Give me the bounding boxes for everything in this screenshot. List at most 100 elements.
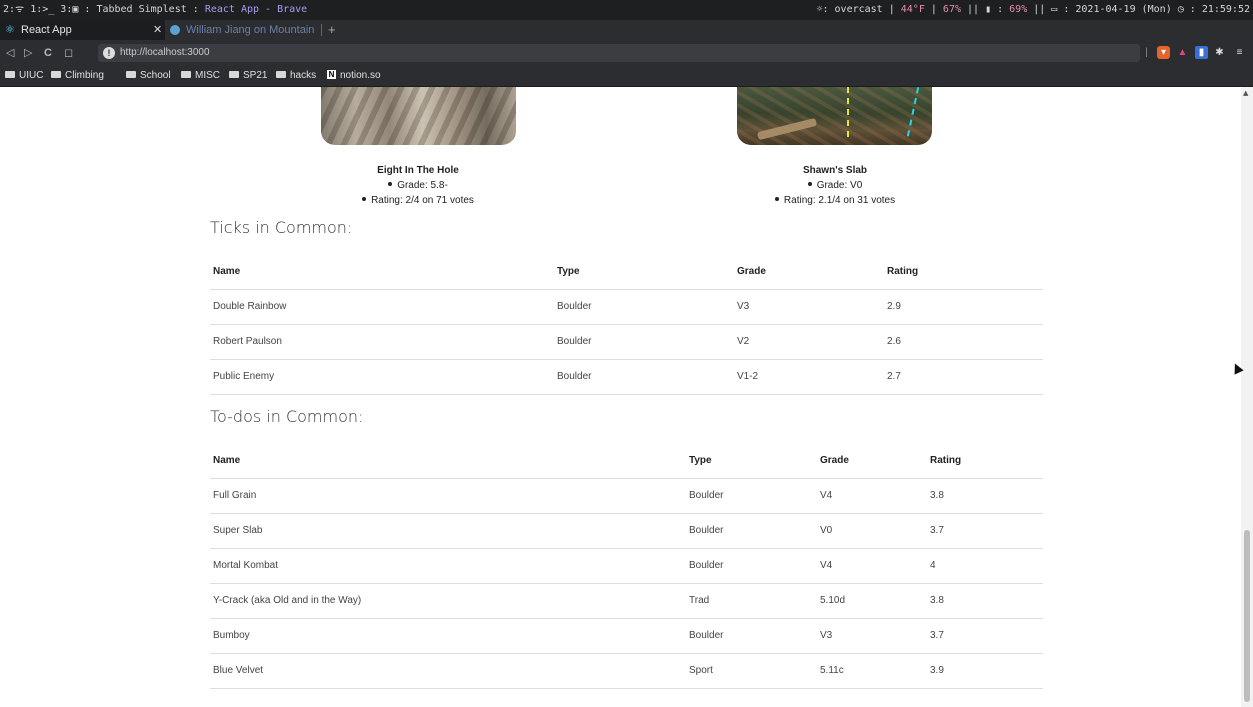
info-icon[interactable]: ! (103, 47, 115, 59)
bookmark-label: SP21 (243, 70, 268, 81)
climb-name: Shawn's Slab (802, 165, 868, 176)
bookmark-sp21[interactable]: SP21 (229, 66, 267, 86)
cell-name: Public Enemy (213, 371, 275, 382)
bookmark-notion[interactable]: Nnotion.so (327, 66, 381, 86)
cell-grade: V3 (820, 630, 833, 641)
header-grade[interactable]: Grade (820, 444, 849, 478)
cell-grade: 5.11c (820, 665, 844, 676)
folder-icon (181, 70, 191, 78)
cell-name: Bumboy (213, 630, 250, 641)
climb-grade: Grade: 5.8- (288, 178, 548, 193)
extension-icon[interactable]: ▮ (1195, 46, 1208, 59)
folder-icon (51, 70, 61, 78)
table-row: Y-Crack (aka Old and in the Way) Trad 5.… (210, 584, 1043, 619)
climb-grade: Grade: V0 (705, 178, 965, 193)
url-text[interactable]: http://localhost:3000 (120, 44, 210, 62)
bookmark-misc[interactable]: MISC (181, 66, 220, 86)
bookmark-school[interactable]: School (126, 66, 171, 86)
new-tab-icon[interactable]: + (328, 20, 336, 40)
cell-rating: 3.7 (930, 630, 944, 641)
header-name[interactable]: Name (213, 255, 240, 289)
page-scrollbar[interactable]: ▲ (1241, 87, 1253, 707)
cell-rating: 3.8 (930, 595, 944, 606)
cell-type: Boulder (557, 301, 592, 312)
header-name[interactable]: Name (213, 444, 240, 478)
bookmark-label: hacks (290, 70, 317, 81)
address-bar[interactable]: ! http://localhost:3000 (98, 44, 1140, 62)
cell-grade: V0 (820, 525, 833, 536)
table-row: Super Slab Boulder V0 3.7 (210, 514, 1043, 549)
header-rating[interactable]: Rating (930, 444, 961, 478)
temperature: 44°F (900, 4, 925, 15)
status-right: ☼: overcast | 44°F | 67% || ▮ : 69% || ▭… (816, 0, 1250, 20)
close-icon[interactable]: ✕ (153, 20, 162, 40)
cell-grade: V3 (737, 301, 750, 312)
puzzle-icon[interactable]: ✱ (1213, 46, 1226, 59)
cell-name: Y-Crack (aka Old and in the Way) (213, 595, 362, 606)
brave-rewards-icon[interactable]: ▲ (1176, 46, 1189, 59)
table-row: Mortal Kombat Boulder V4 4 (210, 549, 1043, 584)
bookmark-label: MISC (195, 70, 220, 81)
header-type[interactable]: Type (557, 255, 580, 289)
bookmark-uiuc[interactable]: UIUC (5, 66, 43, 86)
cell-rating: 4 (930, 560, 936, 571)
todos-table: Name Type Grade Rating Full Grain Boulde… (210, 444, 1043, 689)
workspaces[interactable]: 2:ᯤ 1:>_ 3:▣ : (3, 4, 90, 15)
cell-type: Boulder (689, 560, 724, 571)
scrollbar-thumb[interactable] (1244, 530, 1250, 702)
cell-type: Trad (689, 595, 710, 606)
tab-label: William Jiang on Mountain Proje (186, 24, 316, 36)
bullet-icon (807, 182, 812, 187)
humidity: 67% (942, 4, 961, 15)
table-header: Name Type Grade Rating (210, 444, 1043, 479)
divider-icon: | (1145, 47, 1148, 58)
header-rating[interactable]: Rating (887, 255, 918, 289)
cell-grade: 5.10d (820, 595, 846, 606)
back-icon[interactable]: ◁ (6, 40, 14, 66)
table-header: Name Type Grade Rating (210, 255, 1043, 290)
folder-icon (5, 70, 15, 78)
header-grade[interactable]: Grade (737, 255, 766, 289)
battery: 69% (1009, 4, 1028, 15)
menu-icon[interactable]: ≡ (1233, 46, 1246, 59)
tab-react-app[interactable]: ⚛ React App ✕ (0, 20, 165, 40)
scroll-up-icon[interactable]: ▲ (1243, 89, 1248, 97)
climb-rating: Rating: 2/4 on 71 votes (288, 193, 548, 208)
cell-name: Blue Velvet (213, 665, 264, 676)
sep: | (924, 4, 943, 15)
cell-grade: V4 (820, 560, 833, 571)
mountain-project-icon (170, 25, 180, 35)
tab-label: React App (21, 24, 72, 36)
cell-rating: 3.9 (930, 665, 944, 676)
table-row: Bumboy Boulder V3 3.7 (210, 619, 1043, 654)
tab-mountain-project[interactable]: William Jiang on Mountain Proje (166, 20, 321, 40)
cell-name: Mortal Kombat (213, 560, 279, 571)
cell-rating: 3.8 (930, 490, 944, 501)
header-type[interactable]: Type (689, 444, 712, 478)
rating-text: Rating: 2.1/4 on 31 votes (783, 195, 896, 206)
table-row: Robert Paulson Boulder V2 2.6 (210, 325, 1043, 360)
bookmark-hacks[interactable]: hacks (276, 66, 316, 86)
bookmark-icon[interactable]: ◻ (64, 40, 73, 66)
cell-name: Full Grain (213, 490, 257, 501)
bookmark-label: Climbing (65, 70, 104, 81)
forward-icon[interactable]: ▷ (24, 40, 32, 66)
climb-card: Shawn's Slab Grade: V0 Rating: 2.1/4 on … (705, 163, 965, 208)
cell-type: Sport (689, 665, 713, 676)
climb-rating: Rating: 2.1/4 on 31 votes (705, 193, 965, 208)
bullet-icon (388, 182, 393, 187)
cell-type: Boulder (689, 630, 724, 641)
brave-shield-icon[interactable]: ▾ (1157, 46, 1170, 59)
folder-icon (229, 70, 239, 78)
bookmark-climbing[interactable]: Climbing (51, 66, 104, 86)
cell-type: Boulder (557, 371, 592, 382)
climb-card: Eight In The Hole Grade: 5.8- Rating: 2/… (288, 163, 548, 208)
date: 2021-04-19 (Mon) (1075, 4, 1172, 15)
weather: ☼: overcast | (816, 4, 901, 15)
sep: || ▭ : (1027, 4, 1076, 15)
page-content: Eight In The Hole Grade: 5.8- Rating: 2/… (0, 87, 1241, 707)
reload-icon[interactable]: C (44, 40, 52, 66)
cell-grade: V2 (737, 336, 750, 347)
bookmark-label: notion.so (340, 70, 381, 81)
folder-icon (276, 70, 286, 78)
